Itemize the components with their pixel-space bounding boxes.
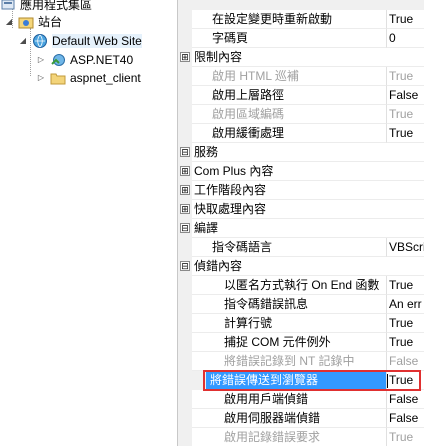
property-name: 指令碼語言: [212, 240, 273, 254]
collapse-arrow-icon[interactable]: ◢: [18, 36, 28, 46]
sites-folder-icon: [18, 14, 34, 30]
tree-item-label: ASP.NET40: [70, 52, 134, 67]
property-value[interactable]: True: [386, 105, 424, 124]
category-label: 編譯: [194, 221, 219, 235]
property-value[interactable]: True: [386, 124, 424, 143]
property-row[interactable]: 啟用上層路徑 False: [178, 86, 424, 105]
property-name: 啟用區域編碼: [212, 107, 285, 121]
tree-item-label: aspnet_client: [70, 70, 141, 85]
property-value[interactable]: 0: [386, 29, 424, 48]
property-row[interactable]: 計算行號 True: [178, 314, 424, 333]
property-value[interactable]: True: [386, 10, 424, 29]
property-name: 以匿名方式執行 On End 函數: [224, 278, 380, 292]
property-value[interactable]: True: [386, 276, 424, 295]
property-name: 啟用記錄錯誤要求: [224, 430, 321, 444]
subcategory-label: 工作階段內容: [194, 183, 267, 197]
property-row[interactable]: 字碼頁 0: [178, 29, 424, 48]
property-value[interactable]: VBScri: [386, 238, 424, 257]
subcategory-debugging[interactable]: ⊟ 偵錯內容: [178, 257, 424, 276]
text-caret: [387, 374, 388, 388]
web-app-icon: [50, 52, 66, 68]
collapse-minus-icon[interactable]: ⊟: [180, 147, 190, 157]
property-value-editor[interactable]: True: [386, 371, 424, 390]
property-row[interactable]: 啟用伺服器端偵錯 False: [178, 409, 424, 428]
property-value[interactable]: False: [386, 409, 424, 428]
property-name: 啟用 HTML 巡補: [212, 69, 299, 83]
subcategory-label: 偵錯內容: [194, 259, 243, 273]
expand-plus-icon[interactable]: ⊞: [180, 185, 190, 195]
tree-item-sites[interactable]: ◢ 站台: [4, 12, 62, 31]
property-value[interactable]: True: [386, 333, 424, 352]
category-services[interactable]: ⊟ 服務: [178, 143, 424, 162]
app-pool-icon: [0, 0, 16, 13]
tree-item-label: 站台: [38, 15, 63, 29]
property-value[interactable]: True: [386, 314, 424, 333]
category-compilation[interactable]: ⊟ 編譯: [178, 219, 424, 238]
property-row[interactable]: 指令碼錯誤訊息 An err: [178, 295, 424, 314]
property-value[interactable]: False: [386, 86, 424, 105]
property-row[interactable]: 捕捉 COM 元件例外 True: [178, 333, 424, 352]
tree-item-aspnet-client[interactable]: ▷ aspnet_client: [36, 68, 141, 87]
expand-arrow-icon[interactable]: ▷: [36, 55, 46, 65]
expand-plus-icon[interactable]: ⊞: [180, 52, 190, 62]
tree-item-label: Default Web Site: [52, 33, 142, 48]
folder-icon: [50, 70, 66, 86]
property-name: 字碼頁: [212, 31, 249, 45]
property-name: 捕捉 COM 元件例外: [224, 335, 331, 349]
property-value[interactable]: True: [386, 428, 424, 446]
subcategory-label: 快取處理內容: [194, 202, 267, 216]
collapse-minus-icon[interactable]: ⊟: [180, 261, 190, 271]
site-tree: 應用程式集區 ◢ 站台 ◢ Default Web Site ▷ ASP.NET…: [0, 0, 176, 446]
subcategory-session[interactable]: ⊞ 工作階段內容: [178, 181, 424, 200]
property-name: 將錯誤記錄到 NT 記錄中: [224, 354, 355, 368]
category-restrictions[interactable]: ⊞ 限制內容: [178, 48, 424, 67]
collapse-minus-icon[interactable]: ⊟: [180, 223, 190, 233]
property-value[interactable]: An err: [386, 295, 424, 314]
property-name: 計算行號: [224, 316, 273, 330]
property-value[interactable]: False: [386, 352, 424, 371]
property-row[interactable]: 將錯誤記錄到 NT 記錄中 False: [178, 352, 424, 371]
property-name: 啟用上層路徑: [212, 88, 285, 102]
property-name: 啟用用戶端偵錯: [224, 392, 309, 406]
property-grid: 在設定變更時重新啟動 True 字碼頁 0 ⊞ 限制內容 啟用 HTML 巡補 …: [177, 0, 424, 446]
category-label: 服務: [194, 145, 219, 159]
expand-arrow-icon[interactable]: ▷: [36, 73, 46, 83]
subcategory-caching[interactable]: ⊞ 快取處理內容: [178, 200, 424, 219]
expand-plus-icon[interactable]: ⊞: [180, 166, 190, 176]
property-name: 將錯誤傳送到瀏覽器: [210, 373, 319, 387]
expand-plus-icon[interactable]: ⊞: [180, 204, 190, 214]
property-name: 在設定變更時重新啟動: [212, 12, 333, 26]
property-value[interactable]: True: [386, 67, 424, 86]
property-row[interactable]: 啟用記錄錯誤要求 True: [178, 428, 424, 446]
property-row[interactable]: 指令碼語言 VBScri: [178, 238, 424, 257]
property-row[interactable]: 以匿名方式執行 On End 函數 True: [178, 276, 424, 295]
collapse-arrow-icon[interactable]: ◢: [4, 17, 14, 27]
tree-item-aspnet40[interactable]: ▷ ASP.NET40: [36, 50, 133, 69]
property-name: 啟用伺服器端偵錯: [224, 411, 321, 425]
property-row[interactable]: 啟用區域編碼 True: [178, 105, 424, 124]
property-row[interactable]: 啟用 HTML 巡補 True: [178, 67, 424, 86]
subcategory-label: Com Plus 內容: [194, 164, 274, 178]
property-name: 啟用緩衝處理: [212, 126, 285, 140]
category-label: 限制內容: [194, 50, 243, 64]
property-name: 指令碼錯誤訊息: [224, 297, 309, 311]
property-row[interactable]: 啟用緩衝處理 True: [178, 124, 424, 143]
property-row[interactable]: 在設定變更時重新啟動 True: [178, 10, 424, 29]
subcategory-com-plus[interactable]: ⊞ Com Plus 內容: [178, 162, 424, 181]
property-row[interactable]: 啟用用戶端偵錯 False: [178, 390, 424, 409]
tree-item-default-web-site[interactable]: ◢ Default Web Site: [18, 31, 142, 50]
globe-icon: [32, 33, 48, 49]
property-value[interactable]: False: [386, 390, 424, 409]
